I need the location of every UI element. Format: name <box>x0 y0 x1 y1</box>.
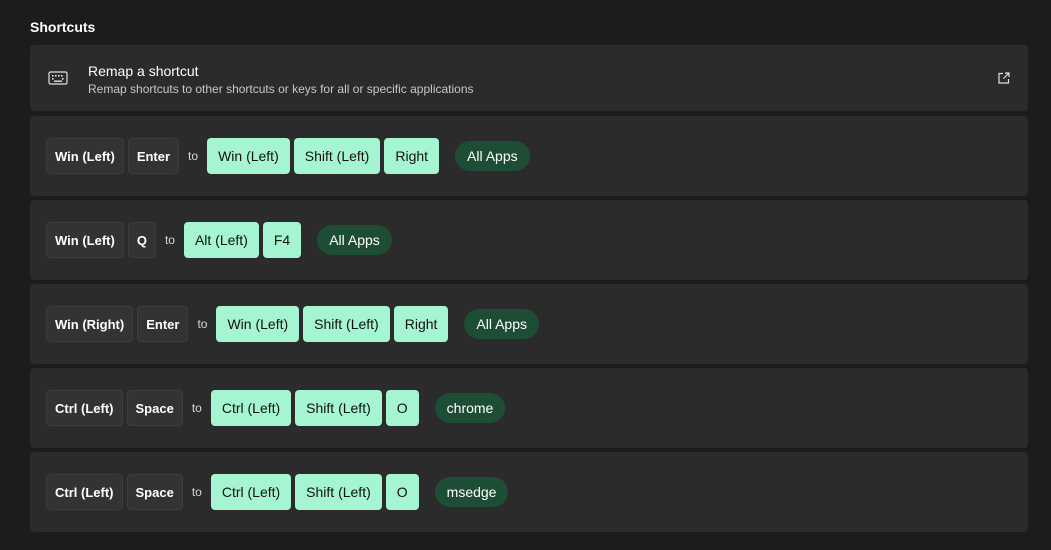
target-key: Alt (Left) <box>183 222 259 258</box>
shortcut-row[interactable]: Win (Left) Qto Alt (Left) F4 All Apps <box>30 200 1028 280</box>
source-key: Win (Left) <box>46 138 124 174</box>
source-key: Q <box>127 222 156 258</box>
remap-shortcut-card[interactable]: Remap a shortcut Remap shortcuts to othe… <box>30 45 1028 111</box>
to-label: to <box>188 149 199 163</box>
target-key: F4 <box>262 222 302 258</box>
shortcut-row-content: Win (Right) Enter to Win (Left) Shift (Left)… <box>46 306 540 342</box>
app-scope-badge: All Apps <box>455 141 530 171</box>
shortcuts-page: Shortcuts Remap a shortcut Remap shortcu… <box>0 0 1051 550</box>
target-key: Ctrl (Left) <box>210 474 292 510</box>
shortcut-row[interactable]: Win (Right) Enter to Win (Left) Shift (Left)… <box>30 284 1028 364</box>
to-label: to <box>164 233 175 247</box>
section-title: Shortcuts <box>30 19 96 35</box>
app-scope-badge: All Apps <box>464 309 540 339</box>
shortcut-row-content: Ctrl (Left) Space to Ctrl (Left) Shift (Left… <box>46 390 506 426</box>
shortcut-row-content: Win (Left) Qto Alt (Left) F4 All Apps <box>46 222 392 258</box>
remap-description: Remap shortcuts to other shortcuts or ke… <box>88 82 474 96</box>
shortcut-row[interactable]: Ctrl (Left) Space to Ctrl (Left) Shift (Left… <box>30 452 1028 532</box>
target-key: O <box>385 390 419 426</box>
shortcut-row-content: Ctrl (Left) Space to Ctrl (Left) Shift (Left… <box>46 474 509 510</box>
keyboard-icon <box>48 71 68 85</box>
app-scope-badge: msedge <box>434 477 509 507</box>
target-key: Shift (Left) <box>295 390 382 426</box>
target-key: Win (Left) <box>207 138 290 174</box>
to-label: to <box>191 485 202 499</box>
target-key: Shift (Left) <box>295 474 382 510</box>
target-key: O <box>385 474 419 510</box>
target-key: Win (Left) <box>216 306 300 342</box>
to-label: to <box>191 401 202 415</box>
source-key: Space <box>126 474 183 510</box>
target-key: Shift (Left) <box>303 306 390 342</box>
shortcut-row[interactable]: Ctrl (Left) Space to Ctrl (Left) Shift (Left… <box>30 368 1028 448</box>
source-key: Ctrl (Left) <box>46 390 123 426</box>
source-key: Win (Left) <box>46 222 124 258</box>
source-key: Win (Right) <box>46 306 134 342</box>
remap-title: Remap a shortcut <box>88 63 199 79</box>
shortcut-row-content: Win (Left) Enter to Win (Left) Shift (Left) R… <box>46 138 530 174</box>
remap-text: Remap a shortcut Remap shortcuts to othe… <box>88 63 474 98</box>
to-label: to <box>197 317 208 331</box>
source-key: Enter <box>127 138 180 174</box>
target-key: Ctrl (Left) <box>210 390 292 426</box>
external-link-icon[interactable] <box>997 71 1011 85</box>
source-key: Space <box>126 390 183 426</box>
target-key: Right <box>393 306 449 342</box>
target-key: Right <box>384 138 440 174</box>
shortcut-row[interactable]: Win (Left) Enter to Win (Left) Shift (Left) R… <box>30 116 1028 196</box>
app-scope-badge: chrome <box>434 393 506 423</box>
source-key: Ctrl (Left) <box>46 474 123 510</box>
source-key: Enter <box>137 306 189 342</box>
app-scope-badge: All Apps <box>317 225 392 255</box>
target-key: Shift (Left) <box>293 138 381 174</box>
